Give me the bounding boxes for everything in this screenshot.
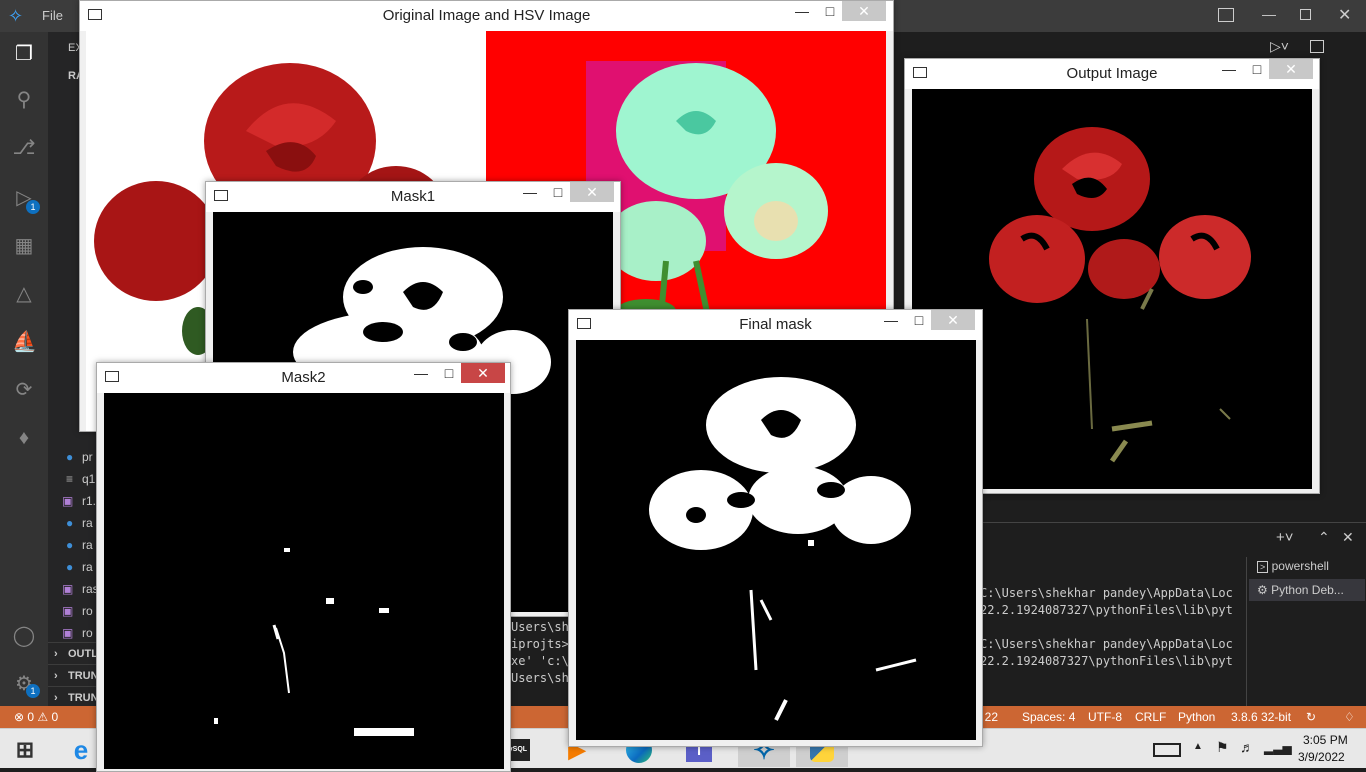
terminal-line: iprojts> — [511, 637, 569, 651]
menu-file[interactable]: File — [42, 8, 63, 23]
maximize-button[interactable]: □ — [437, 365, 461, 383]
window-titlebar[interactable]: Mask2 — □ ✕ — [97, 363, 510, 393]
search-icon[interactable]: ⚲ — [12, 88, 36, 112]
window-titlebar[interactable]: Output Image — □ ✕ — [905, 59, 1319, 89]
line-ending[interactable]: CRLF — [1135, 706, 1166, 728]
debug-badge: 1 — [26, 200, 40, 214]
touch-keyboard-icon[interactable] — [1148, 733, 1186, 767]
close-button[interactable]: ✕ — [931, 310, 975, 330]
terminal-line: xe' 'c:\ — [511, 654, 569, 668]
window-titlebar[interactable]: Mask1 — □ ✕ — [206, 182, 620, 212]
terminal-line: 22.2.1924087327\pythonFiles\lib\pyt — [980, 603, 1233, 617]
window-title: Original Image and HSV Image — [382, 7, 591, 24]
activity-bar: ❐ ⚲ ⎇ ▷ 1 ▦ △ ⛵ ⟳ ♦ ◯ ⚙ 1 — [0, 32, 48, 706]
tray-arrow-icon[interactable]: ▲ — [1193, 741, 1203, 752]
indentation[interactable]: Spaces: 4 — [1022, 706, 1075, 728]
extensions-icon[interactable]: ▦ — [12, 234, 36, 258]
minimize-button[interactable]: — — [1217, 61, 1241, 79]
terminal-line: C:\Users\shekhar pandey\AppData\Loc — [980, 637, 1233, 651]
clock-date[interactable]: 3/9/2022 — [1298, 750, 1345, 764]
account-icon[interactable]: ◯ — [12, 624, 36, 648]
clock-time[interactable]: 3:05 PM — [1303, 733, 1348, 747]
minimize-button[interactable]: — — [518, 184, 542, 202]
settings-badge: 1 — [26, 684, 40, 698]
maximize-button[interactable]: □ — [546, 184, 570, 202]
remote-icon[interactable]: ⟳ — [12, 378, 36, 402]
close-button[interactable]: ✕ — [842, 1, 886, 21]
wifi-signal-icon[interactable]: ▂▃▅ — [1264, 741, 1292, 755]
maximize-button[interactable]: □ — [818, 3, 842, 21]
terminal-line: C:\Users\shekhar pandey\AppData\Loc — [980, 586, 1233, 600]
close-panel-icon[interactable]: ✕ — [1342, 529, 1354, 546]
run-icon[interactable]: ▷˅ — [1270, 38, 1289, 55]
python-interpreter[interactable]: 3.8.6 32-bit — [1231, 706, 1291, 728]
testing-icon[interactable]: △ — [12, 282, 36, 306]
internet-explorer-icon[interactable]: e — [62, 733, 100, 767]
close-button[interactable]: ✕ — [1269, 59, 1313, 79]
maximize-button[interactable]: □ — [1245, 61, 1269, 79]
close-icon[interactable]: ✕ — [1338, 5, 1351, 25]
window-titlebar[interactable]: Original Image and HSV Image — □ ✕ — [80, 1, 893, 31]
mask2-image — [104, 393, 504, 769]
encoding[interactable]: UTF-8 — [1088, 706, 1122, 728]
final-mask-image — [576, 340, 976, 740]
mask2-window[interactable]: Mask2 — □ ✕ — [96, 362, 511, 772]
minimize-button[interactable]: — — [409, 365, 433, 383]
notifications-icon[interactable]: ♢ — [1344, 706, 1355, 728]
maximize-button[interactable]: □ — [907, 312, 931, 330]
minimize-icon[interactable]: — — [1262, 6, 1276, 22]
restore-icon[interactable] — [1300, 9, 1311, 20]
close-button[interactable]: ✕ — [461, 363, 505, 383]
close-button[interactable]: ✕ — [570, 182, 614, 202]
vscode-logo-icon: ✧ — [8, 6, 24, 26]
new-terminal-icon[interactable]: +˅ — [1276, 529, 1294, 546]
problems-status[interactable]: ⊗ 0 ⚠ 0 — [14, 706, 58, 728]
volume-icon[interactable]: ♬ — [1240, 739, 1254, 755]
final-mask-window[interactable]: Final mask — □ ✕ — [568, 309, 983, 747]
live-share-icon[interactable]: ↻ — [1306, 706, 1316, 728]
minimize-button[interactable]: — — [879, 312, 903, 330]
terminal-powershell[interactable]: > powershell — [1257, 559, 1329, 573]
language-mode[interactable]: Python — [1178, 706, 1215, 728]
terminal-line: Users\sh — [511, 671, 569, 685]
split-editor-icon[interactable] — [1310, 40, 1324, 53]
python-icon[interactable]: ♦ — [12, 426, 36, 450]
terminal-line: 22.2.1924087327\pythonFiles\lib\pyt — [980, 654, 1233, 668]
network-flag-icon[interactable]: ⚑ — [1216, 739, 1229, 756]
maximize-panel-icon[interactable]: ⌃ — [1318, 529, 1330, 546]
terminal-list: > powershell ⚙ Python Deb... — [1246, 557, 1366, 707]
window-titlebar[interactable]: Final mask — □ ✕ — [569, 310, 982, 340]
source-control-icon[interactable]: ⎇ — [12, 136, 36, 160]
terminal-python-debug[interactable]: ⚙ Python Deb... — [1249, 579, 1365, 601]
layout-icon[interactable] — [1218, 8, 1234, 22]
explorer-icon[interactable]: ❐ — [12, 42, 36, 66]
terminal-line: Users\sh — [511, 620, 569, 634]
docker-icon[interactable]: ⛵ — [12, 330, 37, 354]
start-button-icon[interactable]: ⊞ — [6, 733, 44, 767]
minimize-button[interactable]: — — [790, 3, 814, 21]
